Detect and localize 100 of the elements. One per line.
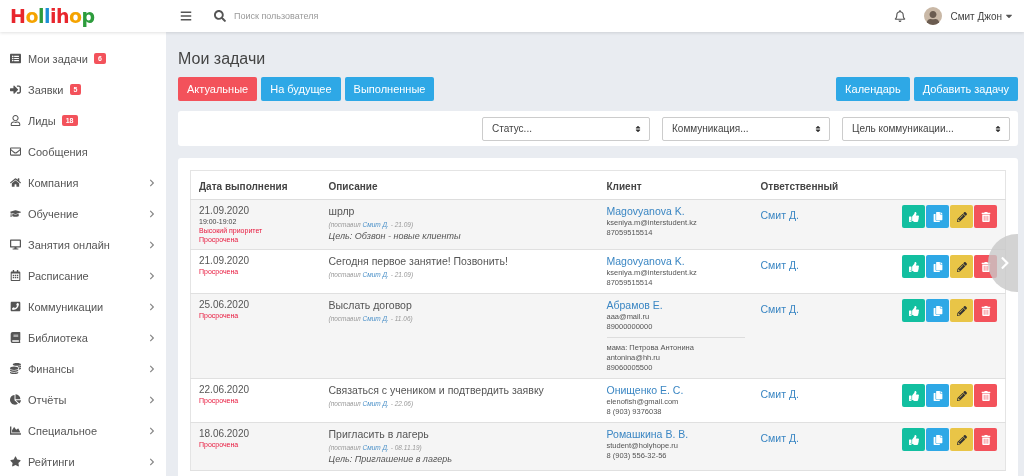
calendar-icon <box>10 270 23 281</box>
sort-icon <box>634 124 642 133</box>
copy-icon <box>932 261 943 272</box>
responsible-link[interactable]: Смит Д. <box>760 388 799 400</box>
menu-icon[interactable] <box>180 10 192 22</box>
home-icon <box>10 177 23 188</box>
delete-button[interactable] <box>974 299 997 322</box>
thumbs-up-icon <box>908 305 919 316</box>
graduation-cap-icon <box>10 208 23 219</box>
responsible-link[interactable]: Смит Д. <box>760 432 799 444</box>
pie-chart-icon <box>10 394 23 405</box>
task-title: Связаться с учеником и подтвердить заявку <box>328 384 545 396</box>
thumbs-up-button[interactable] <box>902 428 925 451</box>
due-date: 22.06.2020 <box>199 384 251 395</box>
sidebar-item[interactable]: Финансы <box>0 353 166 384</box>
client-link[interactable]: Ромашкина В. В. <box>606 428 745 440</box>
copy-icon <box>932 390 943 401</box>
user-name[interactable]: Смит Джон <box>950 10 1002 22</box>
logo: Hollihop <box>9 5 96 27</box>
page-title: Мои задачи <box>178 50 267 68</box>
responsible-link[interactable]: Смит Д. <box>760 259 799 271</box>
sidebar-item[interactable]: Рейтинги <box>0 446 166 476</box>
thumbs-up-icon <box>908 390 919 401</box>
sign-in-icon <box>10 84 23 95</box>
sidebar-item[interactable]: Занятия онлайн <box>0 229 166 260</box>
edit-button[interactable] <box>950 384 973 407</box>
sidebar-item[interactable]: Компания <box>0 167 166 198</box>
delete-button[interactable] <box>974 205 997 228</box>
task-title: шрлр <box>328 205 356 217</box>
action-button[interactable]: Добавить задачу <box>913 77 1018 101</box>
delete-button[interactable] <box>974 428 997 451</box>
filter-tab[interactable]: Выполненные <box>344 77 435 101</box>
sidebar-item[interactable]: Библиотека <box>0 322 166 353</box>
sort-icon <box>814 124 822 133</box>
responsible-link[interactable]: Смит Д. <box>760 209 799 221</box>
bell-icon[interactable] <box>894 10 907 22</box>
trash-icon <box>980 305 991 316</box>
trash-icon <box>980 434 991 445</box>
edit-button[interactable] <box>950 299 973 322</box>
list-icon <box>10 53 23 64</box>
edit-button[interactable] <box>950 428 973 451</box>
responsible-link[interactable]: Смит Д. <box>760 303 799 315</box>
thumbs-up-button[interactable] <box>902 255 925 278</box>
envelope-icon <box>10 146 23 157</box>
pencil-icon <box>956 211 967 222</box>
filter-select[interactable]: Коммуникация... <box>662 116 830 141</box>
thumbs-up-button[interactable] <box>902 205 925 228</box>
task-goal: Цель: Обзвон - новые клиенты <box>328 231 462 241</box>
sidebar-item[interactable]: Сообщения <box>0 136 166 167</box>
copy-icon <box>932 305 943 316</box>
search-field[interactable]: Поиск пользователя <box>234 11 319 21</box>
sidebar-item[interactable]: Расписание <box>0 260 166 291</box>
due-date: 21.09.2020 <box>199 255 251 266</box>
column-header: Клиент <box>598 170 753 200</box>
thumbs-up-button[interactable] <box>902 384 925 407</box>
edit-button[interactable] <box>950 205 973 228</box>
delete-button[interactable] <box>974 384 997 407</box>
client-link[interactable]: Абрамов Е. <box>606 299 745 311</box>
thumbs-up-button[interactable] <box>902 299 925 322</box>
client-link[interactable]: Онищенко Е. С. <box>606 384 745 396</box>
task-title: Пригласить в лагерь <box>328 428 430 440</box>
pencil-icon <box>956 305 967 316</box>
edit-button[interactable] <box>950 255 973 278</box>
task-title: Сегодня первое занятие! Позвонить! <box>328 255 509 267</box>
coins-icon <box>10 363 23 374</box>
avatar <box>924 7 943 25</box>
action-button[interactable]: Календарь <box>836 77 910 101</box>
pencil-icon <box>956 434 967 445</box>
pencil-icon <box>956 390 967 401</box>
trash-icon <box>980 211 991 222</box>
pencil-icon <box>956 261 967 272</box>
column-header: Дата выполнения <box>190 170 321 200</box>
column-header: Описание <box>320 170 599 200</box>
book-icon <box>10 332 23 343</box>
thumbs-up-icon <box>908 211 919 222</box>
monitor-icon <box>10 239 23 250</box>
sidebar-item[interactable]: Специальное <box>0 415 166 446</box>
thumbs-up-icon <box>908 261 919 272</box>
thumbs-up-icon <box>908 434 919 445</box>
sidebar-item[interactable]: Отчёты <box>0 384 166 415</box>
trash-icon <box>980 390 991 401</box>
user-icon <box>10 115 23 126</box>
column-header: Ответственный <box>752 170 883 200</box>
filter-tab[interactable]: Актуальные <box>178 77 258 101</box>
task-goal: Цель: Приглашение в лагерь <box>328 454 453 464</box>
phone-icon <box>10 301 23 312</box>
filter-tab[interactable]: На будущее <box>261 77 341 101</box>
client-link[interactable]: Magovyanova K. <box>606 205 745 217</box>
copy-icon <box>932 434 943 445</box>
sidebar-item[interactable]: Коммуникации <box>0 291 166 322</box>
area-chart-icon <box>10 425 23 436</box>
sort-icon <box>994 124 1002 133</box>
task-title: Выслать договор <box>328 299 413 311</box>
filter-select[interactable]: Статус... <box>482 116 650 141</box>
client-link[interactable]: Magovyanova K. <box>606 255 745 267</box>
filter-select[interactable]: Цель коммуникации... <box>842 116 1010 141</box>
due-date: 25.06.2020 <box>199 299 251 310</box>
sidebar-item[interactable]: Обучение <box>0 198 166 229</box>
trash-icon <box>980 261 991 272</box>
copy-icon <box>932 211 943 222</box>
